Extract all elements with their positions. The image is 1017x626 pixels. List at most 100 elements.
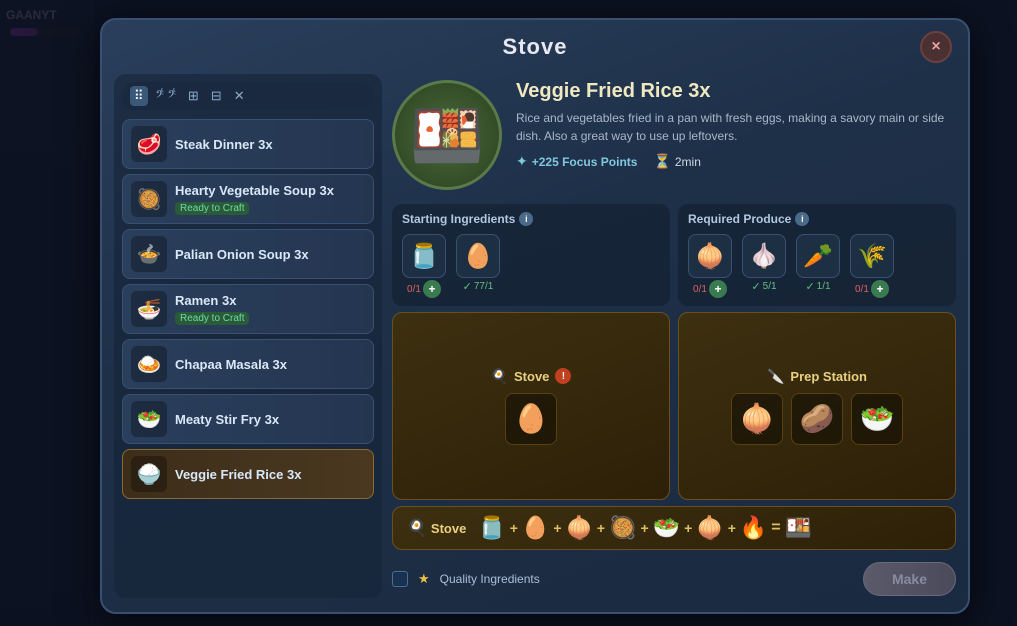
garlic-count-value: 5/1	[763, 281, 777, 292]
recipe-desc: Veggie Fried Rice 3x Rice and vegetables…	[516, 80, 956, 170]
prep-station-items: 🧅 🥔 🥗	[731, 393, 903, 445]
starting-ingredients-header: Starting Ingredients i	[402, 212, 660, 226]
oil-add-button[interactable]: +	[423, 280, 441, 298]
recipe-item-steak-dinner[interactable]: 🥩 Steak Dinner 3x	[122, 119, 374, 169]
recipe-item-veggie-fried-rice[interactable]: 🍚 Veggie Fried Rice 3x	[122, 449, 374, 499]
modal-header: Stove ×	[102, 20, 968, 74]
ingredient-slot-oil: 🫙 0/1 +	[402, 234, 446, 298]
recipe-info-steak-dinner: Steak Dinner 3x	[175, 137, 365, 152]
recipe-desc-text: Rice and vegetables fried in a pan with …	[516, 109, 956, 145]
recipe-info-meaty-stir-fry: Meaty Stir Fry 3x	[175, 412, 365, 427]
prep-station-icon: 🔪	[767, 368, 784, 385]
required-produce-header: Required Produce i	[688, 212, 946, 226]
starting-ingredients-box: Starting Ingredients i 🫙 0/1 +	[392, 204, 670, 306]
recipe-thumb-meaty-stir-fry: 🥗	[131, 401, 167, 437]
quality-star-icon: ★	[418, 571, 430, 587]
ingredient-count-egg: ✓ 77/1	[463, 280, 494, 293]
full-recipe-box: 🍳 Stove 🫙 + 🥚 + 🧅 + 🥘 + 🥗 +	[392, 506, 956, 550]
ingredient-count-carrot: ✓ 1/1	[805, 280, 830, 293]
stove-station-header: 🍳 Stove !	[403, 368, 659, 385]
step-icon-onion: 🧅	[566, 515, 593, 541]
grain-count-value: 0/1	[855, 284, 869, 295]
filter-tab-knives[interactable]: 𝄣 𝄣	[152, 86, 180, 106]
ingredient-count-onion: 0/1 +	[693, 280, 727, 298]
filter-tab-all[interactable]: ⠿	[130, 86, 148, 106]
recipe-info-ramen: Ramen 3x Ready to Craft	[175, 293, 365, 326]
recipe-name-meaty-stir-fry: Meaty Stir Fry 3x	[175, 412, 365, 427]
full-recipe-station-name: Stove	[431, 521, 466, 536]
craft-stations-row: 🍳 Stove ! 🥚 🔪 Prep Station	[392, 312, 956, 500]
time-stat: ⏳ 2min	[653, 153, 700, 170]
ingredient-icon-grain: 🌾	[850, 234, 894, 278]
garlic-check-icon: ✓	[751, 280, 760, 293]
full-recipe-station-icon: 🍳	[407, 518, 427, 538]
recipe-item-hearty-veg-soup[interactable]: 🥘 Hearty Vegetable Soup 3x Ready to Craf…	[122, 174, 374, 224]
recipe-detail-top: 🍱 Veggie Fried Rice 3x Rice and vegetabl…	[392, 74, 956, 198]
recipe-name-veggie-fried-rice: Veggie Fried Rice 3x	[175, 467, 365, 482]
prep-item-onion: 🧅	[731, 393, 783, 445]
starting-ingredients-info-icon[interactable]: i	[519, 212, 533, 226]
prep-station-box: 🔪 Prep Station 🧅 🥔 🥗	[678, 312, 956, 500]
recipe-thumb-palian-onion-soup: 🍲	[131, 236, 167, 272]
ingredient-icon-egg: 🥚	[456, 234, 500, 278]
step-icon-oil: 🫙	[478, 515, 505, 541]
step-icon-result: 🍱	[785, 515, 812, 541]
ingredient-icon-oil: 🫙	[402, 234, 446, 278]
ingredient-slot-onion: 🧅 0/1 +	[688, 234, 732, 298]
recipe-title: Veggie Fried Rice 3x	[516, 80, 956, 103]
grain-add-button[interactable]: +	[871, 280, 889, 298]
recipe-item-chapaa-masala[interactable]: 🍛 Chapaa Masala 3x	[122, 339, 374, 389]
egg-count-value: 77/1	[474, 281, 493, 292]
recipe-name-hearty-veg-soup: Hearty Vegetable Soup 3x	[175, 183, 365, 198]
focus-value: +225 Focus Points	[532, 155, 638, 169]
close-button[interactable]: ×	[920, 31, 952, 63]
ingredient-icon-onion: 🧅	[688, 234, 732, 278]
recipe-steps: 🫙 + 🥚 + 🧅 + 🥘 + 🥗 + 🧅 + 🔥 =	[478, 515, 941, 541]
required-produce-info-icon[interactable]: i	[795, 212, 809, 226]
required-produce-box: Required Produce i 🧅 0/1 +	[678, 204, 956, 306]
step-icon-egg: 🥚	[522, 515, 549, 541]
prep-item-potato: 🥔	[791, 393, 843, 445]
stove-station-name: Stove	[514, 369, 549, 384]
recipe-name-steak-dinner: Steak Dinner 3x	[175, 137, 365, 152]
full-recipe-station-header: 🍳 Stove	[407, 518, 466, 538]
step-plus-2: +	[553, 520, 561, 536]
recipe-thumb-hearty-veg-soup: 🥘	[131, 181, 167, 217]
recipe-item-ramen[interactable]: 🍜 Ramen 3x Ready to Craft	[122, 284, 374, 334]
ingredient-slot-egg: 🥚 ✓ 77/1	[456, 234, 500, 293]
recipe-item-palian-onion-soup[interactable]: 🍲 Palian Onion Soup 3x	[122, 229, 374, 279]
filter-tab-grids[interactable]: ⊟	[207, 86, 226, 106]
recipe-badge-ramen: Ready to Craft	[175, 312, 249, 325]
modal-body: ⠿ 𝄣 𝄣 ⊞ ⊟ ✕ 🥩 Steak Dinner 3x 🥘 Hearty V…	[102, 74, 968, 606]
step-icon-soup: 🥘	[609, 515, 636, 541]
recipe-info-veggie-fried-rice: Veggie Fried Rice 3x	[175, 467, 365, 482]
recipe-name-chapaa-masala: Chapaa Masala 3x	[175, 357, 365, 372]
recipe-thumb-steak-dinner: 🥩	[131, 126, 167, 162]
prep-station-name: Prep Station	[790, 369, 867, 384]
make-button[interactable]: Make	[863, 562, 956, 596]
ingredients-row: Starting Ingredients i 🫙 0/1 +	[392, 204, 956, 306]
recipe-item-meaty-stir-fry[interactable]: 🥗 Meaty Stir Fry 3x	[122, 394, 374, 444]
egg-check-icon: ✓	[463, 280, 472, 293]
ingredient-count-oil: 0/1 +	[407, 280, 441, 298]
step-icon-fire: 🔥	[740, 515, 767, 541]
focus-icon: ✦	[516, 153, 528, 170]
quality-checkbox[interactable]	[392, 571, 408, 587]
filter-tab-mix[interactable]: ✕	[230, 86, 249, 106]
stove-warning-icon: !	[555, 368, 571, 384]
recipe-thumb-ramen: 🍜	[131, 291, 167, 327]
recipe-thumb-chapaa-masala: 🍛	[131, 346, 167, 382]
ingredient-slot-garlic: 🧄 ✓ 5/1	[742, 234, 786, 293]
step-icon-onion2: 🧅	[696, 515, 723, 541]
ingredient-count-grain: 0/1 +	[855, 280, 889, 298]
craft-area: 🍳 Stove ! 🥚 🔪 Prep Station	[392, 312, 956, 598]
right-panel: 🍱 Veggie Fried Rice 3x Rice and vegetabl…	[392, 74, 956, 598]
ingredient-slot-carrot: 🥕 ✓ 1/1	[796, 234, 840, 293]
recipe-info-hearty-veg-soup: Hearty Vegetable Soup 3x Ready to Craft	[175, 183, 365, 216]
starting-ingredient-items: 🫙 0/1 + 🥚 ✓ 77/1	[402, 234, 660, 298]
bottom-bar: ★ Quality Ingredients Make	[392, 556, 956, 598]
filter-tab-pots[interactable]: ⊞	[184, 86, 203, 106]
modal-title: Stove	[503, 34, 568, 60]
recipe-panel: ⠿ 𝄣 𝄣 ⊞ ⊟ ✕ 🥩 Steak Dinner 3x 🥘 Hearty V…	[114, 74, 382, 598]
onion-add-button[interactable]: +	[709, 280, 727, 298]
